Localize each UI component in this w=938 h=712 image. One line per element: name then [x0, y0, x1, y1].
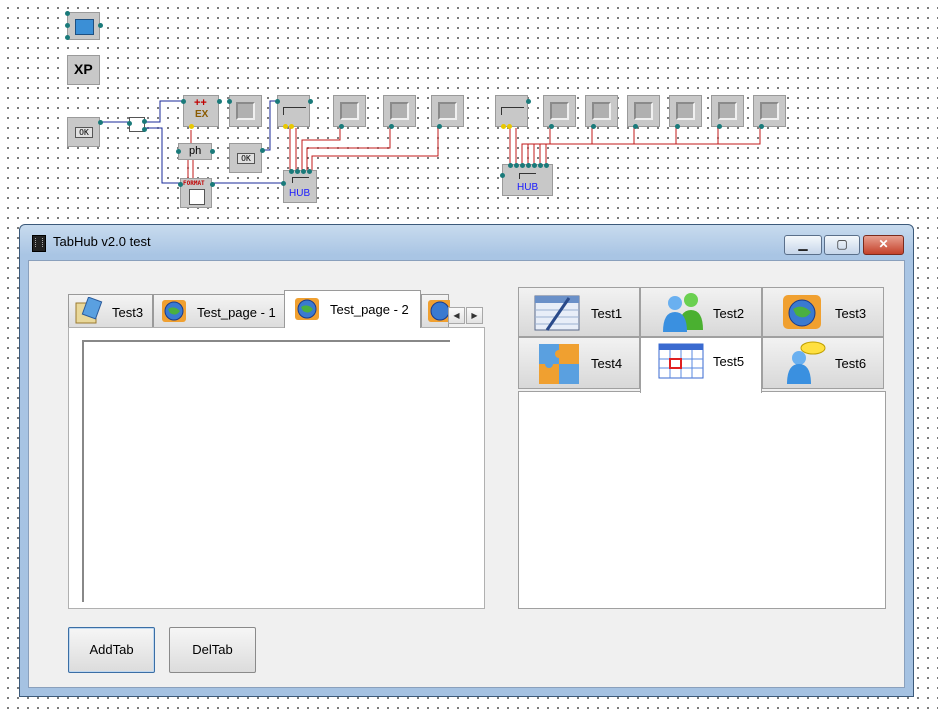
- panel-component-10[interactable]: [753, 95, 786, 129]
- tab-test3-left[interactable]: Test3: [68, 294, 153, 328]
- ex-plus: ++: [194, 97, 207, 109]
- user-chat-icon: [787, 341, 826, 384]
- tab-label: Test5: [713, 354, 745, 369]
- tab-label: Test1: [591, 306, 623, 321]
- tab-strip-icon-2: [501, 107, 524, 115]
- xp-manifest-component[interactable]: XP: [67, 55, 100, 85]
- minimize-icon: ▁: [798, 237, 808, 251]
- tab-label: Test3: [112, 305, 144, 320]
- right-tab-page: [518, 391, 886, 609]
- window-title: TabHub v2.0 test: [53, 234, 151, 249]
- app-icon: [32, 235, 46, 252]
- tab-test5[interactable]: Test5: [640, 337, 762, 393]
- panel-component-7[interactable]: [627, 95, 660, 129]
- tab-strip-icon: [283, 107, 306, 115]
- splitter-component[interactable]: [127, 117, 147, 132]
- ok-label-2: OK: [237, 153, 255, 164]
- tab-test-page-2[interactable]: Test_page - 2: [284, 290, 421, 328]
- panel-component-9[interactable]: [711, 95, 744, 129]
- notepad-icon: [75, 297, 103, 324]
- tab-control-component-2[interactable]: [495, 95, 531, 129]
- tab-test2[interactable]: Test2: [640, 287, 762, 337]
- globe-puzzle-icon: [295, 298, 319, 320]
- minimize-button[interactable]: ▁: [784, 235, 822, 255]
- xp-label: XP: [74, 61, 93, 77]
- panel-component-8[interactable]: [669, 95, 702, 129]
- tab-control-component[interactable]: [275, 95, 313, 129]
- hub-label: HUB: [289, 188, 311, 199]
- panel-component-5[interactable]: [543, 95, 576, 129]
- ex-label: EX: [195, 109, 209, 120]
- maximize-button[interactable]: ▢: [824, 235, 860, 255]
- panel-component[interactable]: [227, 95, 262, 127]
- tab-label: Test4: [591, 356, 623, 371]
- tab-scroll-arrows: ◀ ▶: [448, 307, 484, 325]
- ok-label: OK: [75, 127, 93, 138]
- window-icon: [75, 19, 94, 35]
- ph-label: ph: [189, 145, 202, 157]
- format-component[interactable]: FORMAT: [178, 178, 215, 208]
- tab-test3-right[interactable]: Test3: [762, 287, 884, 337]
- tab-label: Test_page - 1: [197, 305, 276, 320]
- client-area: Test3 Test_page - 1 Test_page - 2 ◀ ▶ Te…: [28, 260, 905, 688]
- schematic-wires: [100, 100, 761, 184]
- form-component[interactable]: [65, 11, 103, 40]
- scroll-left-button[interactable]: ◀: [448, 307, 465, 324]
- globe-puzzle-icon: [162, 300, 186, 322]
- app-window: TabHub v2.0 test ▁ ▢ ✕ Test3 Test_page -…: [19, 224, 914, 697]
- ok-button-component[interactable]: OK: [67, 117, 103, 147]
- ok-button-component-2[interactable]: OK: [229, 143, 265, 173]
- arrow-right-icon: ▶: [471, 311, 478, 320]
- hub-label-2: HUB: [517, 182, 539, 193]
- left-tab-page: [68, 327, 485, 609]
- tab-test1[interactable]: Test1: [518, 287, 640, 337]
- add-tab-button[interactable]: AddTab: [68, 627, 155, 673]
- ph-component[interactable]: ph: [176, 143, 215, 160]
- close-button[interactable]: ✕: [863, 235, 904, 255]
- globe-puzzle-icon: [428, 300, 450, 322]
- tab-label: Test6: [835, 356, 867, 371]
- close-icon: ✕: [878, 237, 889, 251]
- globe-puzzle-icon: [783, 295, 821, 329]
- maximize-icon: ▢: [836, 237, 848, 251]
- hub-component-2[interactable]: HUB: [500, 163, 553, 196]
- scroll-right-button[interactable]: ▶: [466, 307, 483, 324]
- panel-component-2[interactable]: [333, 95, 366, 129]
- tab-test4[interactable]: Test4: [518, 337, 640, 389]
- page-content-box: [82, 340, 450, 602]
- panel-component-4[interactable]: [431, 95, 464, 129]
- del-tab-button[interactable]: DelTab: [169, 627, 256, 673]
- tab-label: Test_page - 2: [330, 302, 409, 317]
- puzzle-icon: [539, 344, 579, 384]
- tab-test-page-1[interactable]: Test_page - 1: [153, 294, 285, 328]
- tab-label: Test2: [713, 306, 745, 321]
- spreadsheet-pen-icon: [534, 295, 580, 331]
- arrow-left-icon: ◀: [453, 311, 460, 320]
- panel-component-6[interactable]: [585, 95, 618, 129]
- tab-overflow[interactable]: [421, 294, 450, 328]
- hub-strip-icon-2: [519, 173, 536, 179]
- tab-label: Test3: [835, 306, 867, 321]
- hub-strip-icon: [292, 177, 309, 183]
- hub-component[interactable]: HUB: [281, 169, 317, 203]
- format-label: FORMAT: [183, 180, 205, 187]
- text-doc-icon: [189, 189, 205, 205]
- tab-test6[interactable]: Test6: [762, 337, 884, 389]
- users-icon: [663, 293, 703, 332]
- panel-component-3[interactable]: [383, 95, 416, 129]
- calendar-grid-icon: [658, 343, 704, 379]
- ex-component[interactable]: ++ EX: [181, 95, 222, 129]
